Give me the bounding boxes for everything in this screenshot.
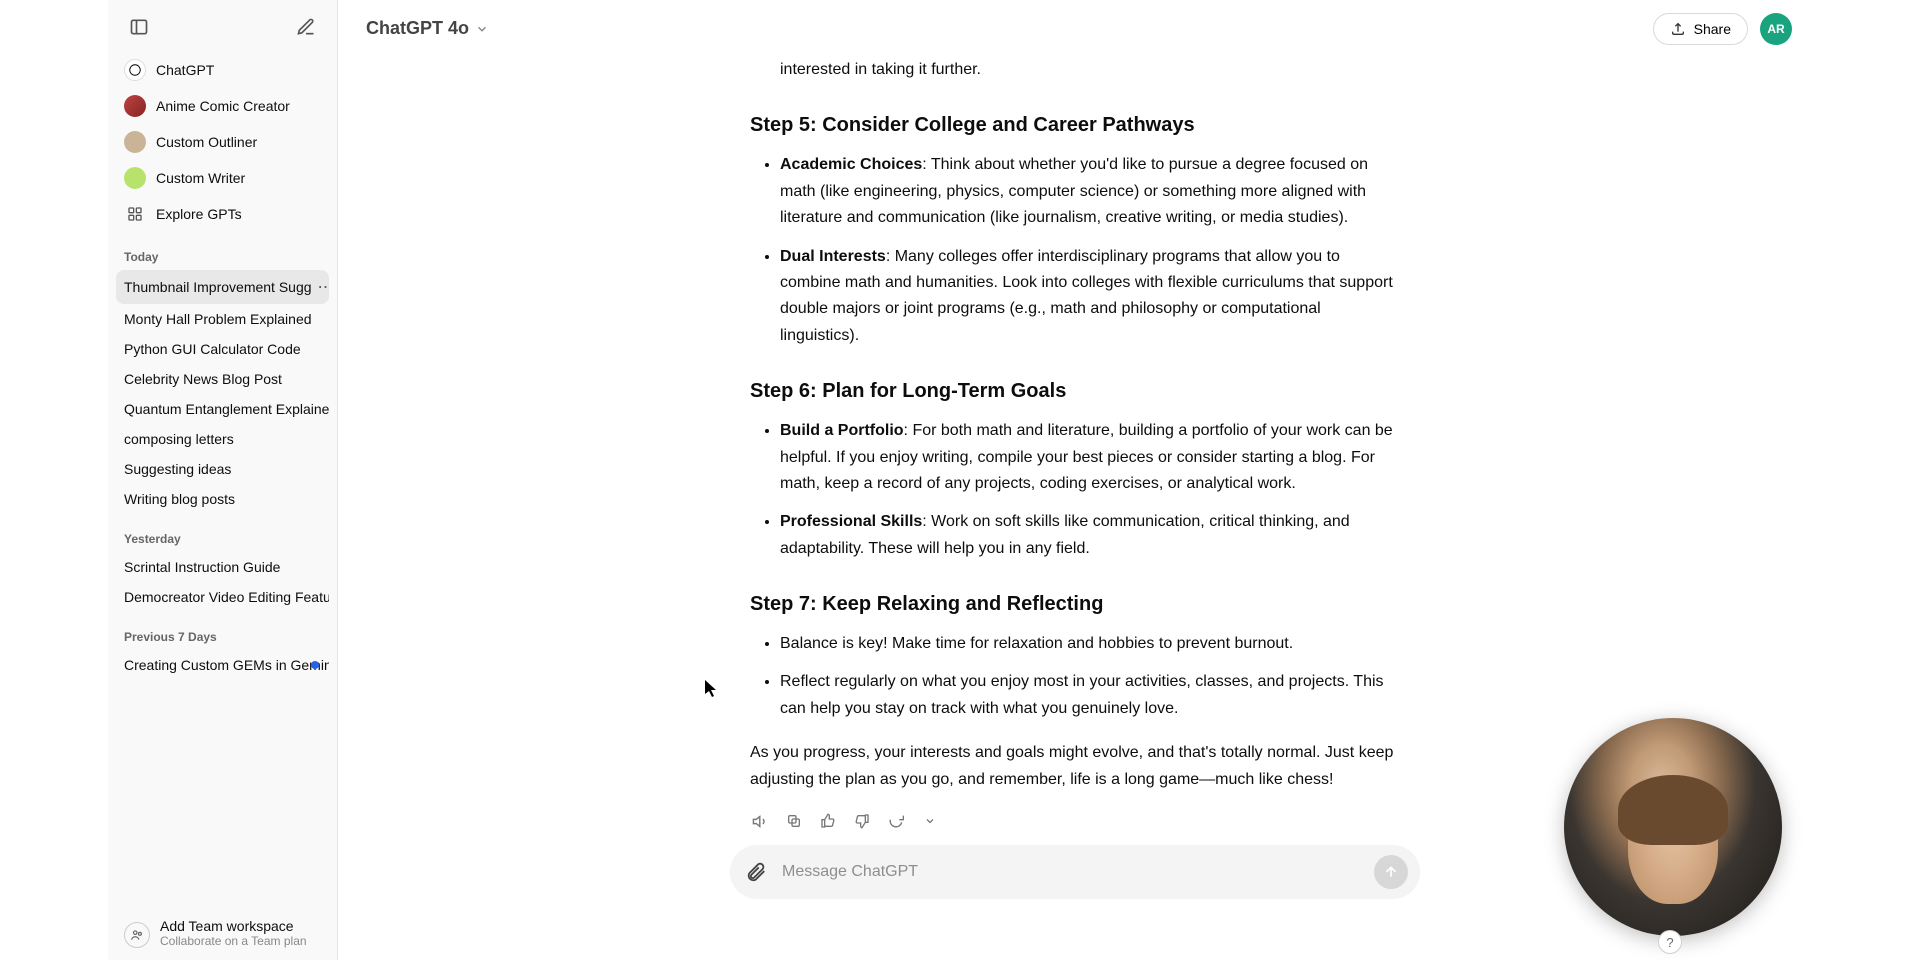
- model-menu-button[interactable]: [920, 811, 940, 831]
- new-chat-button[interactable]: [289, 10, 323, 44]
- chevron-down-icon: [924, 815, 936, 827]
- section-today-label: Today: [108, 232, 337, 270]
- nav-label: Custom Outliner: [156, 134, 257, 150]
- step5-heading: Step 5: Consider College and Career Path…: [750, 109, 1400, 142]
- send-button[interactable]: [1374, 855, 1408, 889]
- nav-explore-gpts[interactable]: Explore GPTs: [116, 196, 329, 232]
- paperclip-icon: [745, 861, 767, 883]
- nav-label: Anime Comic Creator: [156, 98, 290, 114]
- arrow-up-icon: [1383, 864, 1399, 880]
- step6-heading: Step 6: Plan for Long-Term Goals: [750, 375, 1400, 408]
- list-item: Professional Skills: Work on soft skills…: [780, 509, 1400, 562]
- regenerate-button[interactable]: [886, 811, 906, 831]
- chat-item[interactable]: Python GUI Calculator Code: [116, 334, 329, 364]
- section-yesterday-label: Yesterday: [108, 514, 337, 552]
- chat-title: Writing blog posts: [124, 491, 235, 507]
- refresh-icon: [888, 813, 904, 829]
- chat-title: Creating Custom GEMs in Gemin: [124, 657, 329, 673]
- chat-item[interactable]: Thumbnail Improvement Sugg ⋯: [116, 270, 329, 304]
- attach-button[interactable]: [742, 858, 770, 886]
- assistant-message: interested in taking it further. Step 5:…: [750, 57, 1400, 831]
- message-input[interactable]: [782, 863, 1362, 881]
- composer: [730, 845, 1420, 899]
- message-actions: [750, 811, 1400, 831]
- chat-list-today: Thumbnail Improvement Sugg ⋯ Monty Hall …: [108, 270, 337, 514]
- chevron-down-icon: [475, 22, 489, 36]
- nav-chatgpt[interactable]: ChatGPT: [116, 52, 329, 88]
- list-item: Reflect regularly on what you enjoy most…: [780, 669, 1400, 722]
- gpt-avatar-icon: [124, 167, 146, 189]
- chat-title: Monty Hall Problem Explained: [124, 311, 312, 327]
- compose-icon: [296, 17, 316, 37]
- chatgpt-logo-icon: [124, 59, 146, 81]
- chat-title: Thumbnail Improvement Sugg: [124, 279, 312, 295]
- team-subtitle: Collaborate on a Team plan: [160, 934, 307, 948]
- team-title: Add Team workspace: [160, 918, 307, 934]
- share-button[interactable]: Share: [1653, 13, 1748, 45]
- model-switcher-button[interactable]: ChatGPT 4o: [358, 12, 497, 45]
- chat-item[interactable]: composing letters: [116, 424, 329, 454]
- nav-anime-comic-creator[interactable]: Anime Comic Creator: [116, 88, 329, 124]
- chat-title: composing letters: [124, 431, 234, 447]
- gpt-avatar-icon: [124, 95, 146, 117]
- list-item: Academic Choices: Think about whether yo…: [780, 152, 1400, 231]
- thumbs-down-icon: [854, 813, 870, 829]
- chat-item[interactable]: Writing blog posts: [116, 484, 329, 514]
- collapse-sidebar-button[interactable]: [122, 10, 156, 44]
- chat-title: Suggesting ideas: [124, 461, 231, 477]
- nav-label: ChatGPT: [156, 62, 214, 78]
- chat-item[interactable]: Democreator Video Editing Featur: [116, 582, 329, 612]
- share-label: Share: [1694, 21, 1731, 37]
- copy-icon: [786, 813, 802, 829]
- chat-title: Celebrity News Blog Post: [124, 371, 282, 387]
- chat-item[interactable]: Quantum Entanglement Explained: [116, 394, 329, 424]
- list-item: Balance is key! Make time for relaxation…: [780, 631, 1400, 657]
- profile-avatar[interactable]: AR: [1760, 13, 1792, 45]
- chat-title: Python GUI Calculator Code: [124, 341, 301, 357]
- chat-item[interactable]: Scrintal Instruction Guide: [116, 552, 329, 582]
- model-name: ChatGPT 4o: [366, 18, 469, 39]
- read-aloud-button[interactable]: [750, 811, 770, 831]
- nav-custom-writer[interactable]: Custom Writer: [116, 160, 329, 196]
- chat-item[interactable]: Celebrity News Blog Post: [116, 364, 329, 394]
- main: ChatGPT 4o Share AR interested in taking…: [338, 0, 1812, 960]
- help-button[interactable]: ?: [1658, 930, 1682, 954]
- list-item: Build a Portfolio: For both math and lit…: [780, 418, 1400, 497]
- chat-options-button[interactable]: ⋯: [312, 277, 329, 297]
- unread-dot-icon: [311, 661, 319, 669]
- chat-title: Scrintal Instruction Guide: [124, 559, 280, 575]
- upload-icon: [1670, 21, 1686, 37]
- team-icon: [124, 922, 150, 948]
- chat-list-prev7: Creating Custom GEMs in Gemin: [108, 650, 337, 680]
- sidebar: ChatGPT Anime Comic Creator Custom Outli…: [108, 0, 338, 960]
- thumbs-down-button[interactable]: [852, 811, 872, 831]
- webcam-overlay: [1564, 718, 1782, 936]
- chat-item[interactable]: Monty Hall Problem Explained: [116, 304, 329, 334]
- thumbs-up-icon: [820, 813, 836, 829]
- chat-item[interactable]: Suggesting ideas: [116, 454, 329, 484]
- step7-heading: Step 7: Keep Relaxing and Reflecting: [750, 588, 1400, 621]
- add-team-workspace-button[interactable]: Add Team workspace Collaborate on a Team…: [116, 910, 329, 956]
- chat-list-yesterday: Scrintal Instruction Guide Democreator V…: [108, 552, 337, 612]
- nav-label: Explore GPTs: [156, 206, 242, 222]
- gpt-avatar-icon: [124, 131, 146, 153]
- section-prev7-label: Previous 7 Days: [108, 612, 337, 650]
- thumbs-up-button[interactable]: [818, 811, 838, 831]
- nav-list: ChatGPT Anime Comic Creator Custom Outli…: [108, 52, 337, 232]
- chat-title: Democreator Video Editing Featur: [124, 589, 329, 605]
- nav-custom-outliner[interactable]: Custom Outliner: [116, 124, 329, 160]
- grid-icon: [124, 203, 146, 225]
- sidebar-icon: [129, 17, 149, 37]
- list-item: Dual Interests: Many colleges offer inte…: [780, 244, 1400, 350]
- chat-item[interactable]: Creating Custom GEMs in Gemin: [116, 650, 329, 680]
- speaker-icon: [752, 813, 769, 830]
- chat-title: Quantum Entanglement Explained: [124, 401, 329, 417]
- topbar: ChatGPT 4o Share AR: [338, 0, 1812, 57]
- nav-label: Custom Writer: [156, 170, 245, 186]
- message-text: interested in taking it further.: [750, 57, 1400, 83]
- copy-button[interactable]: [784, 811, 804, 831]
- closing-text: As you progress, your interests and goal…: [750, 740, 1400, 793]
